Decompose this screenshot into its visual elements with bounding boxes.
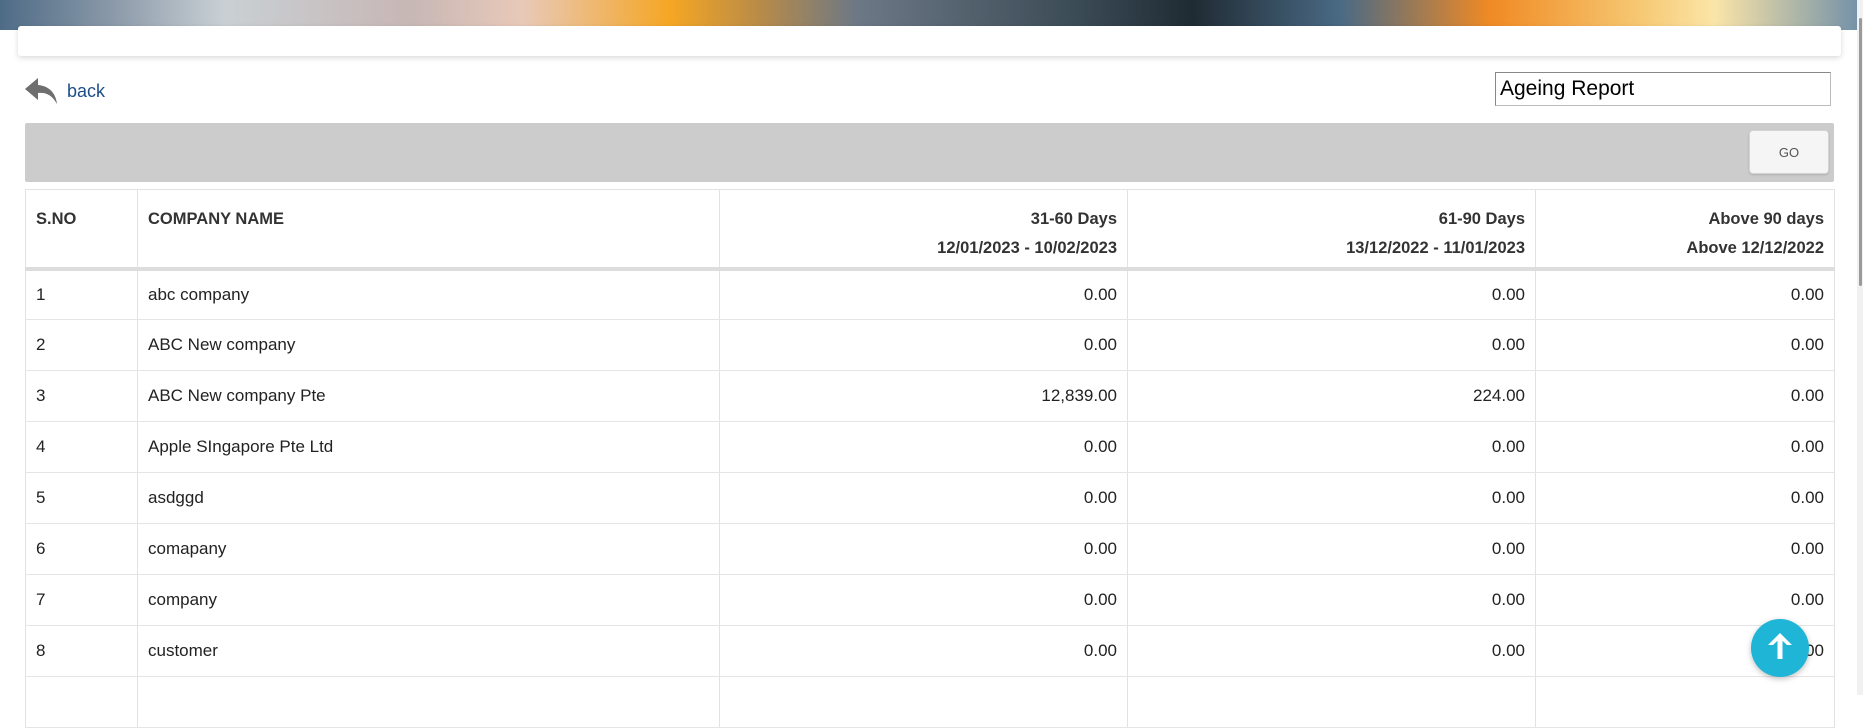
cell-61-90-days: 0.00	[1127, 574, 1536, 626]
cell-company-name: comapany	[137, 523, 720, 575]
page-scrollbar[interactable]	[1857, 0, 1863, 695]
filter-bar: GO	[25, 123, 1834, 182]
cell-above-90-days: 0.00	[1535, 421, 1835, 473]
column-header-company-name: COMPANY NAME	[137, 189, 720, 271]
ageing-table-container: S.NO COMPANY NAME 31-60 Days 12/01/2023 …	[25, 189, 1835, 728]
cell-above-90-days: 0.00	[1535, 574, 1835, 626]
column-header-31-60-days: 31-60 Days 12/01/2023 - 10/02/2023	[719, 189, 1128, 271]
cell-31-60-days: 0.00	[719, 472, 1128, 524]
cell-company-name: ABC New company	[137, 319, 720, 371]
arrow-up-icon	[1767, 632, 1793, 665]
column-header-title: Above 90 days	[1708, 210, 1824, 228]
table-row: 3 ABC New company Pte 12,839.00 224.00 0…	[25, 370, 1835, 422]
cell-company-name: customer	[137, 625, 720, 677]
cell-company-name: ABC New company Pte	[137, 370, 720, 422]
table-row: 8 customer 0.00 0.00 0.00	[25, 625, 1835, 677]
column-header-date-range: 13/12/2022 - 11/01/2023	[1346, 239, 1525, 257]
cell-sno: 4	[25, 421, 138, 473]
table-row: 7 company 0.00 0.00 0.00	[25, 574, 1835, 626]
table-row: 2 ABC New company 0.00 0.00 0.00	[25, 319, 1835, 371]
cell-company-name: asdggd	[137, 472, 720, 524]
column-header-date-range: 12/01/2023 - 10/02/2023	[937, 239, 1117, 257]
scroll-to-top-button[interactable]	[1751, 619, 1809, 677]
table-row: 6 comapany 0.00 0.00 0.00	[25, 523, 1835, 575]
cell-61-90-days: 0.00	[1127, 319, 1536, 371]
cell-sno: 5	[25, 472, 138, 524]
table-row: 1 abc company 0.00 0.00 0.00	[25, 268, 1835, 320]
cell-61-90-days: 0.00	[1127, 625, 1536, 677]
ageing-table: S.NO COMPANY NAME 31-60 Days 12/01/2023 …	[25, 189, 1835, 728]
cell-31-60-days: 12,839.00	[719, 370, 1128, 422]
cell-company-name: abc company	[137, 268, 720, 320]
cell-31-60-days: 0.00	[719, 523, 1128, 575]
back-link[interactable]: back	[24, 74, 105, 108]
cell-31-60-days: 0.00	[719, 625, 1128, 677]
column-header-61-90-days: 61-90 Days 13/12/2022 - 11/01/2023	[1127, 189, 1536, 271]
cell-above-90-days: 0.00	[1535, 523, 1835, 575]
cell-61-90-days: 224.00	[1127, 370, 1536, 422]
cell-61-90-days: 0.00	[1127, 268, 1536, 320]
cell-61-90-days	[1127, 676, 1536, 728]
table-row	[25, 676, 1835, 728]
cell-sno: 7	[25, 574, 138, 626]
cell-31-60-days	[719, 676, 1128, 728]
cell-61-90-days: 0.00	[1127, 472, 1536, 524]
go-button[interactable]: GO	[1749, 130, 1829, 174]
cell-above-90-days: 0.00	[1535, 472, 1835, 524]
reply-arrow-icon	[24, 76, 58, 106]
cell-company-name: Apple SIngapore Pte Ltd	[137, 421, 720, 473]
cell-company-name: company	[137, 574, 720, 626]
column-header-title: 61-90 Days	[1438, 210, 1525, 228]
cell-31-60-days: 0.00	[719, 421, 1128, 473]
page-scrollbar-thumb[interactable]	[1859, 18, 1862, 286]
cell-31-60-days: 0.00	[719, 319, 1128, 371]
back-label: back	[67, 80, 106, 101]
table-row: 4 Apple SIngapore Pte Ltd 0.00 0.00 0.00	[25, 421, 1835, 473]
cell-above-90-days	[1535, 676, 1835, 728]
column-header-above-90-days: Above 90 days Above 12/12/2022	[1535, 189, 1835, 271]
cell-31-60-days: 0.00	[719, 574, 1128, 626]
report-title-field[interactable]: Ageing Report	[1495, 72, 1831, 106]
cell-31-60-days: 0.00	[719, 268, 1128, 320]
cell-sno: 6	[25, 523, 138, 575]
cell-company-name	[137, 676, 720, 728]
cell-61-90-days: 0.00	[1127, 523, 1536, 575]
cell-sno: 8	[25, 625, 138, 677]
cell-61-90-days: 0.00	[1127, 421, 1536, 473]
table-row: 5 asdggd 0.00 0.00 0.00	[25, 472, 1835, 524]
cell-sno: 2	[25, 319, 138, 371]
cell-above-90-days: 0.00	[1535, 268, 1835, 320]
cell-sno	[25, 676, 138, 728]
cell-above-90-days: 0.00	[1535, 370, 1835, 422]
cell-sno: 1	[25, 268, 138, 320]
header-card	[18, 26, 1841, 56]
cell-above-90-days: 0.00	[1535, 319, 1835, 371]
column-header-sno: S.NO	[25, 189, 138, 271]
table-header-row: S.NO COMPANY NAME 31-60 Days 12/01/2023 …	[25, 189, 1835, 271]
cell-sno: 3	[25, 370, 138, 422]
column-header-date-range: Above 12/12/2022	[1686, 239, 1824, 257]
column-header-title: 31-60 Days	[1030, 210, 1117, 228]
